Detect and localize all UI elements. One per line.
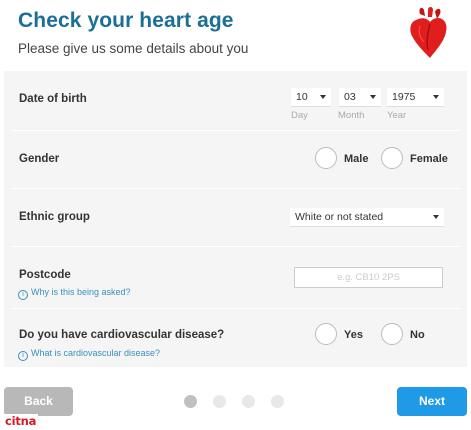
cvd-no-radio[interactable] [381, 323, 403, 345]
gender-male-label[interactable]: Male [344, 153, 368, 165]
postcode-help-text[interactable]: Why is this being asked? [31, 287, 131, 297]
cvd-label: Do you have cardiovascular disease? [19, 329, 225, 341]
next-button[interactable]: Next [397, 387, 467, 416]
postcode-row: Postcode i Why is this being asked? e.g. … [4, 247, 467, 307]
month-select[interactable]: 03 [339, 88, 381, 107]
day-sublabel: Day [291, 110, 308, 121]
year-sublabel: Year [387, 110, 407, 121]
day-select[interactable]: 10 [291, 88, 331, 107]
ethnic-row: Ethnic group White or not stated [4, 189, 467, 245]
chevron-down-icon [433, 95, 439, 99]
day-value: 10 [296, 91, 308, 103]
ethnic-label: Ethnic group [19, 211, 90, 223]
ethnic-value: White or not stated [295, 211, 384, 223]
cvd-row: Do you have cardiovascular disease? i Wha… [4, 309, 467, 367]
watermark-logo: citna [3, 414, 39, 428]
cvd-yes-radio[interactable] [315, 323, 337, 345]
help-icon: i [18, 290, 28, 300]
heart-icon [410, 7, 447, 58]
gender-female-label[interactable]: Female [410, 153, 448, 165]
header: Check your heart age Please give us some… [0, 0, 471, 68]
postcode-label: Postcode [19, 269, 71, 281]
postcode-input[interactable]: e.g. CB10 2PS [294, 267, 443, 288]
cvd-no-label[interactable]: No [410, 329, 425, 341]
step-dot-3 [242, 395, 255, 408]
dob-row: Date of birth 10 Day 03 Month 1975 Year [4, 71, 467, 129]
chevron-down-icon [370, 95, 376, 99]
year-value: 1975 [392, 91, 416, 103]
dob-label: Date of birth [19, 93, 87, 105]
chevron-down-icon [320, 95, 326, 99]
month-value: 03 [344, 91, 356, 103]
month-sublabel: Month [338, 110, 365, 121]
cvd-help-link[interactable]: i What is cardiovascular disease? [18, 348, 160, 361]
gender-female-radio[interactable] [381, 147, 403, 169]
gender-male-radio[interactable] [315, 147, 337, 169]
cvd-yes-label[interactable]: Yes [344, 329, 363, 341]
year-select[interactable]: 1975 [387, 88, 444, 107]
gender-row: Gender Male Female [4, 131, 467, 187]
help-icon: i [18, 351, 28, 361]
postcode-help-link[interactable]: i Why is this being asked? [18, 287, 131, 300]
step-dot-1 [184, 395, 197, 408]
form-panel: Date of birth 10 Day 03 Month 1975 Year … [4, 71, 467, 367]
page-subtitle: Please give us some details about you [18, 41, 249, 56]
page-title: Check your heart age [18, 9, 234, 32]
back-button[interactable]: Back [4, 387, 73, 416]
cvd-help-text[interactable]: What is cardiovascular disease? [31, 348, 160, 358]
step-dot-4 [271, 395, 284, 408]
chevron-down-icon [433, 215, 439, 219]
footer-nav: Back Next [0, 380, 471, 430]
gender-label: Gender [19, 153, 60, 165]
step-dot-2 [213, 395, 226, 408]
ethnic-select[interactable]: White or not stated [290, 208, 444, 227]
